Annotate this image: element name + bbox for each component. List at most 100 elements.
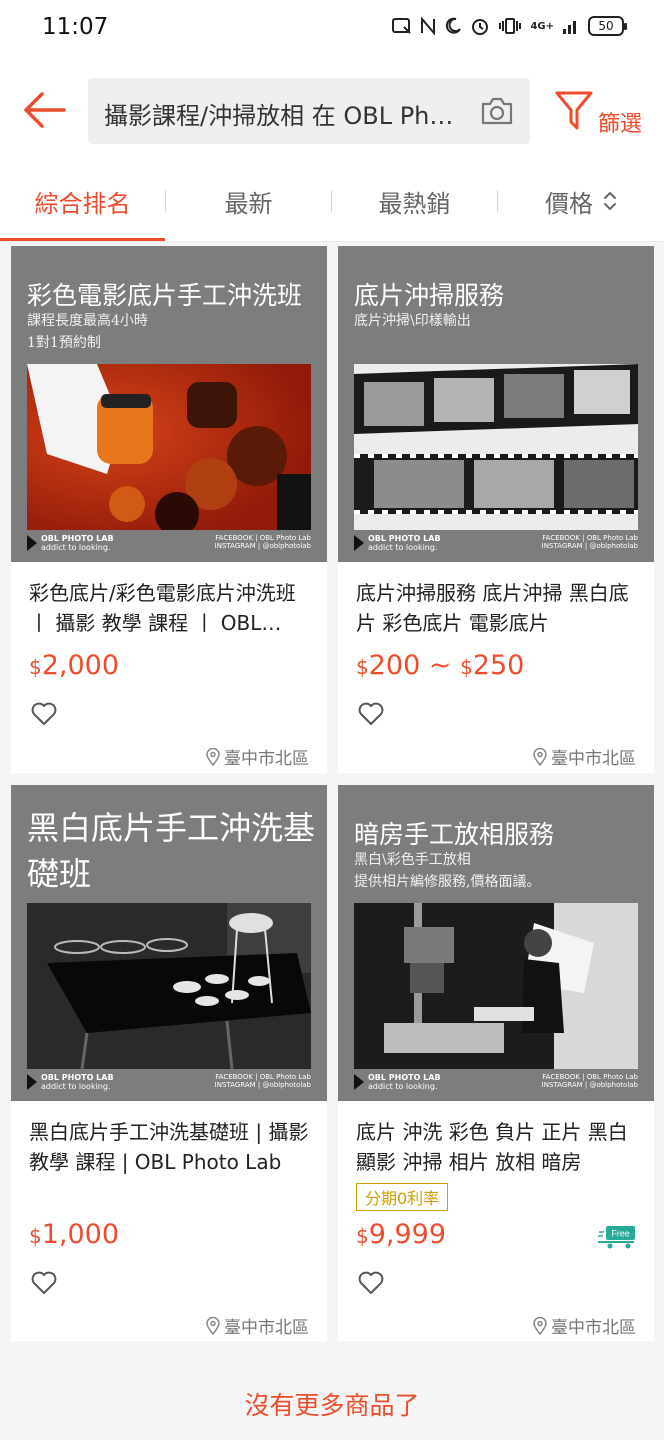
enlarger-photo [354, 903, 638, 1069]
product-card[interactable]: 黑白底片手工沖洗基礎班 OBL PHOTO LAB addict to looki… [11, 785, 327, 1341]
social-instagram: INSTAGRAM | @oblphotolab [214, 542, 311, 550]
darkroom-trays-photo [27, 903, 311, 1069]
status-time: 11:07 [42, 14, 109, 40]
image-subtitle: 提供相片編修服務,價格面議。 [354, 874, 541, 890]
brand-name: OBL PHOTO LAB [368, 534, 441, 543]
product-image: 彩色電影底片手工沖洗班 課程長度最高4小時 1對1預約制 OBL PHOTO L… [11, 246, 327, 562]
heart-icon[interactable] [31, 702, 57, 726]
back-arrow-icon [24, 92, 66, 128]
price-value: 9,999 [368, 1219, 447, 1250]
currency-symbol: $ [460, 655, 473, 679]
tab-label: 最熱銷 [378, 189, 451, 218]
product-title: 彩色底片/彩色電影底片沖洗班丨 攝影 教學 課程 丨 OBL Photo Lab [29, 581, 296, 635]
tab-label: 綜合排名 [34, 189, 131, 218]
signal-icon [563, 21, 576, 34]
brand-tagline: addict to looking. [368, 1082, 438, 1091]
free-ship-label: Free [611, 1229, 630, 1239]
location-text: 臺中市北區 [551, 1318, 636, 1338]
tab-relevance[interactable]: 綜合排名 [0, 160, 165, 242]
location-text: 臺中市北區 [224, 749, 309, 769]
brand-logo: OBL PHOTO LAB addict to looking. [27, 534, 114, 552]
product-price: $2,000 [29, 650, 119, 681]
seller-location: 臺中市北區 [533, 744, 636, 769]
social-facebook: FACEBOOK | OBL Photo Lab [542, 534, 638, 542]
brand-name: OBL PHOTO LAB [41, 534, 114, 543]
sort-bar: 綜合排名 最新 最熱銷 價格 [0, 160, 664, 242]
tab-top-sales[interactable]: 最熱銷 [332, 160, 497, 242]
social-facebook: FACEBOOK | OBL Photo Lab [215, 534, 311, 542]
product-card[interactable]: 暗房手工放相服務 黑白\彩色手工放相 提供相片編修服務,價格面議。 OBL PH… [338, 785, 654, 1341]
search-header: 攝影課程/沖掃放相 在 OBL Photo Lab 篩選 [0, 60, 664, 160]
social-facebook: FACEBOOK | OBL Photo Lab [542, 1073, 638, 1081]
image-subtitle: 黑白\彩色手工放相 [354, 852, 471, 868]
brand-tagline: addict to looking. [41, 1082, 111, 1091]
image-title: 黑白底片手工沖洗基礎班 [27, 809, 316, 893]
product-price: $200 ~ $250 [356, 650, 524, 681]
image-watermark: OBL PHOTO LAB addict to looking. FACEBOOK… [354, 534, 638, 552]
camera-search-button[interactable] [480, 95, 514, 127]
product-title: 底片 沖洗 彩色 負片 正片 黑白 顯影 沖掃 相片 放相 暗房 [356, 1120, 628, 1174]
nfc-n-icon [421, 17, 436, 35]
installment-badge: 分期0利率 [356, 1183, 449, 1211]
product-card[interactable]: 底片沖掃服務 底片沖掃\印樣輸出 OBL PHOTO LAB addict to … [338, 246, 654, 773]
social-instagram: INSTAGRAM | @oblphotolab [214, 1081, 311, 1089]
filter-funnel-icon [555, 91, 593, 130]
filter-button[interactable]: 篩選 [552, 88, 652, 140]
image-watermark: OBL PHOTO LAB addict to looking. FACEBOOK… [27, 534, 311, 552]
status-icons: 4G+ 50 [392, 16, 627, 36]
product-title: 底片沖掃服務 底片沖掃 黑白底片 彩色底片 電影底片 [356, 581, 629, 635]
image-title: 底片沖掃服務 [354, 281, 505, 310]
heart-icon[interactable] [358, 702, 384, 726]
price-value: 1,000 [41, 1219, 120, 1250]
product-card[interactable]: 彩色電影底片手工沖洗班 課程長度最高4小時 1對1預約制 OBL PHOTO L… [11, 246, 327, 773]
brand-logo: OBL PHOTO LAB addict to looking. [354, 534, 441, 552]
tab-latest[interactable]: 最新 [166, 160, 331, 242]
currency-symbol: $ [356, 655, 369, 679]
price-value: 2,000 [41, 650, 120, 681]
network-label: 4G+ [530, 20, 554, 32]
film-strip-photo [354, 364, 638, 530]
tab-label: 最新 [224, 189, 273, 218]
tab-price[interactable]: 價格 [498, 160, 664, 242]
price-min: 200 [368, 650, 421, 681]
seller-location: 臺中市北區 [533, 1313, 636, 1338]
social-facebook: FACEBOOK | OBL Photo Lab [215, 1073, 311, 1081]
search-query-text: 攝影課程/沖掃放相 在 OBL Photo Lab [104, 102, 464, 130]
location-pin-icon [533, 1316, 547, 1335]
vibrate-icon [499, 18, 522, 34]
brand-logo: OBL PHOTO LAB addict to looking. [354, 1073, 441, 1091]
social-instagram: INSTAGRAM | @oblphotolab [541, 542, 638, 550]
brand-name: OBL PHOTO LAB [368, 1073, 441, 1082]
sort-updown-icon [604, 191, 616, 211]
alarm-icon [472, 19, 489, 35]
social-handles: FACEBOOK | OBL Photo Lab INSTAGRAM | @obl… [542, 534, 638, 550]
back-button[interactable] [20, 88, 68, 132]
currency-symbol: $ [356, 1224, 369, 1248]
battery-indicator: 50 [588, 16, 627, 36]
seller-location: 臺中市北區 [206, 1313, 309, 1338]
product-image: 黑白底片手工沖洗基礎班 OBL PHOTO LAB addict to looki… [11, 785, 327, 1101]
darkroom-photo [27, 364, 311, 530]
product-price: $1,000 [29, 1219, 119, 1250]
heart-icon[interactable] [358, 1271, 384, 1295]
no-more-products: 沒有更多商品了 [244, 1391, 420, 1420]
moon-icon [446, 17, 462, 34]
image-subtitle: 底片沖掃\印樣輸出 [354, 313, 471, 329]
currency-symbol: $ [29, 1224, 42, 1248]
price-max: 250 [472, 650, 525, 681]
brand-name: OBL PHOTO LAB [41, 1073, 114, 1082]
image-title: 彩色電影底片手工沖洗班 [27, 281, 303, 310]
social-instagram: INSTAGRAM | @oblphotolab [541, 1081, 638, 1089]
location-text: 臺中市北區 [551, 749, 636, 769]
active-tab-indicator [0, 238, 165, 241]
image-subtitle: 1對1預約制 [27, 335, 101, 351]
heart-icon[interactable] [31, 1271, 57, 1295]
nfc-card-icon [392, 18, 412, 34]
brand-logo: OBL PHOTO LAB addict to looking. [27, 1073, 114, 1091]
image-title: 暗房手工放相服務 [354, 820, 555, 849]
currency-symbol: $ [29, 655, 42, 679]
search-input[interactable]: 攝影課程/沖掃放相 在 OBL Photo Lab [88, 78, 530, 144]
status-bar: 11:07 4G+ 50 [0, 0, 664, 60]
brand-tagline: addict to looking. [41, 543, 111, 552]
location-pin-icon [206, 1316, 220, 1335]
